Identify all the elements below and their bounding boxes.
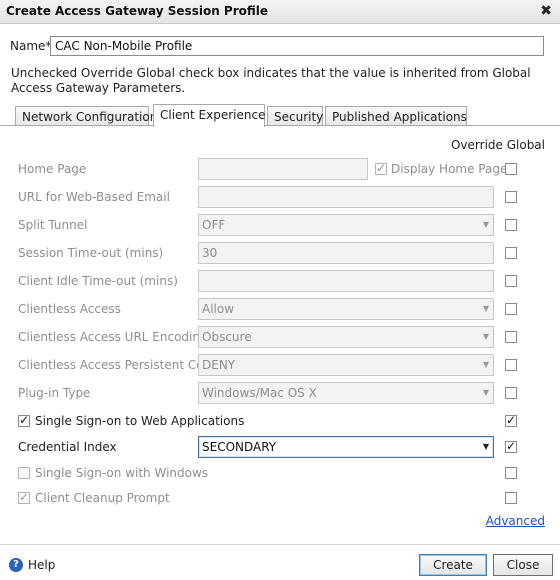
clientless-url-encoding-value: Obscure — [202, 330, 252, 344]
override-clientless-access-checkbox[interactable] — [505, 303, 517, 315]
split-tunnel-select[interactable]: OFF ▼ — [198, 214, 494, 236]
credential-index-select[interactable]: SECONDARY ▼ — [198, 436, 494, 458]
client-idle-timeout-input[interactable] — [198, 270, 494, 292]
row-split-tunnel: Split Tunnel OFF ▼ — [0, 214, 560, 236]
advanced-link[interactable]: Advanced — [486, 514, 545, 528]
client-cleanup-prompt-checkbox[interactable] — [18, 490, 30, 504]
url-web-email-input[interactable] — [198, 186, 494, 208]
row-sso-windows: Single Sign-on with Windows — [0, 462, 560, 484]
override-credential-index-checkbox[interactable] — [505, 439, 517, 453]
close-button[interactable]: Close — [493, 554, 553, 576]
row-home-page: Home Page Display Home Page — [0, 158, 560, 180]
override-url-web-email-checkbox[interactable] — [505, 191, 517, 203]
row-client-idle-timeout: Client Idle Time-out (mins) — [0, 270, 560, 292]
override-client-cleanup-prompt-checkbox[interactable] — [505, 492, 517, 504]
create-button[interactable]: Create — [419, 554, 487, 576]
row-url-web-email: URL for Web-Based Email — [0, 186, 560, 208]
title-bar: Create Access Gateway Session Profile ✖ — [0, 0, 560, 24]
clientless-access-value: Allow — [202, 302, 235, 316]
split-tunnel-value: OFF — [202, 218, 226, 232]
help-label: Help — [28, 558, 56, 572]
session-timeout-input[interactable]: 30 — [198, 242, 494, 264]
clientless-url-encoding-label: Clientless Access URL Encoding — [18, 330, 208, 344]
chevron-down-icon: ▼ — [482, 360, 489, 369]
home-page-input[interactable] — [198, 158, 368, 180]
override-plugin-type-checkbox[interactable] — [505, 387, 517, 399]
split-tunnel-label: Split Tunnel — [18, 218, 88, 232]
plugin-type-select[interactable]: Windows/Mac OS X ▼ — [198, 382, 494, 404]
row-clientless-persistent-cookie: Clientless Access Persistent Co... DENY ▼ — [0, 354, 560, 376]
chevron-down-icon: ▼ — [482, 220, 489, 229]
clientless-persistent-cookie-label: Clientless Access Persistent Co... — [18, 358, 215, 372]
display-home-page-label: Display Home Page — [391, 162, 508, 176]
name-label: Name* — [10, 39, 52, 53]
row-clientless-access: Clientless Access Allow ▼ — [0, 298, 560, 320]
close-icon[interactable]: ✖ — [540, 3, 552, 19]
override-session-timeout-checkbox[interactable] — [505, 247, 517, 259]
home-page-label: Home Page — [18, 162, 87, 176]
override-split-tunnel-checkbox[interactable] — [505, 219, 517, 231]
display-home-page-checkbox[interactable] — [375, 161, 387, 175]
footer-divider — [0, 544, 560, 545]
sso-windows-label: Single Sign-on with Windows — [35, 466, 209, 480]
row-credential-index: Credential Index SECONDARY ▼ — [0, 436, 560, 458]
override-global-header: Override Global — [450, 138, 545, 152]
chevron-down-icon: ▼ — [482, 304, 489, 313]
tab-security[interactable]: Security — [267, 106, 323, 126]
credential-index-value: SECONDARY — [202, 440, 277, 454]
chevron-down-icon: ▼ — [482, 332, 489, 341]
client-cleanup-prompt-label: Client Cleanup Prompt — [35, 491, 170, 505]
plugin-type-value: Windows/Mac OS X — [202, 386, 317, 400]
tab-client-experience[interactable]: Client Experience — [153, 104, 265, 127]
override-sso-windows-checkbox[interactable] — [505, 467, 517, 479]
credential-index-label: Credential Index — [18, 440, 117, 454]
clientless-url-encoding-select[interactable]: Obscure ▼ — [198, 326, 494, 348]
clientless-access-label: Clientless Access — [18, 302, 121, 316]
sso-windows-checkbox[interactable] — [18, 467, 30, 479]
override-client-idle-timeout-checkbox[interactable] — [505, 275, 517, 287]
sso-web-apps-label: Single Sign-on to Web Applications — [35, 414, 245, 428]
window-title: Create Access Gateway Session Profile — [6, 4, 269, 18]
clientless-access-select[interactable]: Allow ▼ — [198, 298, 494, 320]
info-text: Unchecked Override Global check box indi… — [11, 66, 531, 95]
override-home-page-checkbox[interactable] — [505, 163, 517, 175]
name-input[interactable] — [50, 36, 544, 56]
row-plugin-type: Plug-in Type Windows/Mac OS X ▼ — [0, 382, 560, 404]
row-client-cleanup-prompt: Client Cleanup Prompt — [0, 487, 560, 509]
override-clientless-persistent-cookie-checkbox[interactable] — [505, 359, 517, 371]
chevron-down-icon: ▼ — [482, 442, 489, 451]
client-idle-timeout-label: Client Idle Time-out (mins) — [18, 274, 178, 288]
row-clientless-url-encoding: Clientless Access URL Encoding Obscure ▼ — [0, 326, 560, 348]
tab-published-applications[interactable]: Published Applications — [325, 106, 467, 126]
row-session-timeout: Session Time-out (mins) 30 — [0, 242, 560, 264]
override-sso-web-apps-checkbox[interactable] — [505, 413, 517, 427]
session-timeout-label: Session Time-out (mins) — [18, 246, 164, 260]
clientless-persistent-cookie-select[interactable]: DENY ▼ — [198, 354, 494, 376]
help-icon: ? — [9, 558, 23, 572]
sso-web-apps-checkbox[interactable] — [18, 413, 30, 427]
tab-network-configuration[interactable]: Network Configuration — [15, 106, 157, 126]
plugin-type-label: Plug-in Type — [18, 386, 91, 400]
tab-divider — [0, 125, 560, 126]
row-sso-web-apps: Single Sign-on to Web Applications — [0, 410, 560, 432]
url-web-email-label: URL for Web-Based Email — [18, 190, 170, 204]
chevron-down-icon: ▼ — [482, 388, 489, 397]
override-clientless-url-encoding-checkbox[interactable] — [505, 331, 517, 343]
clientless-persistent-cookie-value: DENY — [202, 358, 236, 372]
